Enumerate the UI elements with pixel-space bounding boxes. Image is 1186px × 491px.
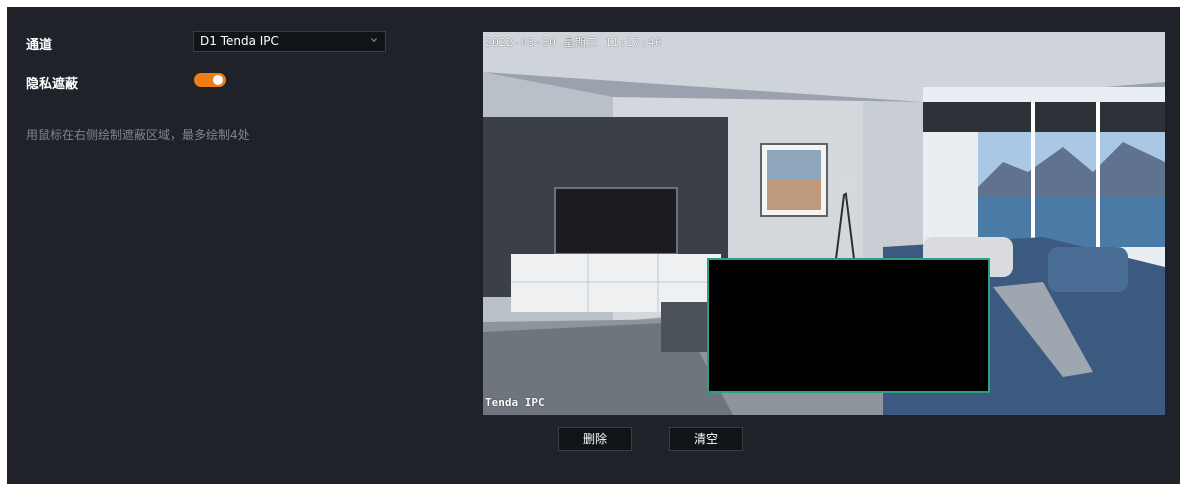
privacy-mask-label: 隐私遮蔽	[26, 77, 79, 92]
chevron-down-icon	[371, 38, 377, 43]
toggle-knob	[213, 75, 223, 85]
video-preview[interactable]: 2022-03-30 星期三 11:17:46 Tenda IPC	[483, 32, 1165, 415]
channel-select-value: D1 Tenda IPC	[200, 34, 279, 48]
clear-button[interactable]: 清空	[669, 427, 743, 451]
video-camera-name: Tenda IPC	[485, 396, 545, 409]
privacy-mask-region[interactable]	[707, 258, 990, 393]
video-timestamp: 2022-03-30 星期三 11:17:46	[485, 36, 662, 49]
delete-button[interactable]: 删除	[558, 427, 632, 451]
draw-hint-text: 用鼠标在右侧绘制遮蔽区域，最多绘制4处	[26, 128, 250, 142]
privacy-mask-panel: 通道 D1 Tenda IPC 隐私遮蔽 用鼠标在右侧绘制遮蔽区域，最多绘制4处	[7, 7, 1180, 484]
privacy-mask-toggle[interactable]	[194, 73, 226, 87]
channel-label: 通道	[26, 38, 53, 53]
channel-select[interactable]: D1 Tenda IPC	[193, 31, 386, 52]
